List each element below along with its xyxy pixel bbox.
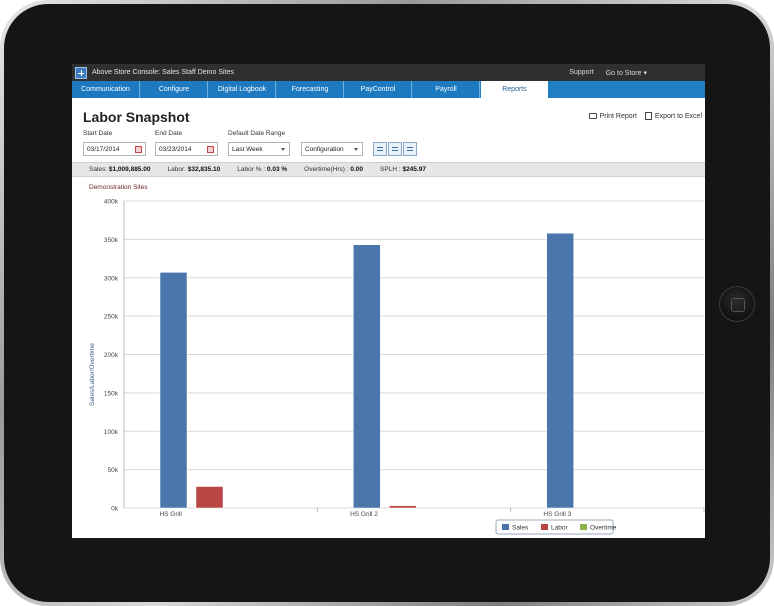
- y-tick-label: 150k: [104, 390, 119, 397]
- main-tab-bar: Communication Configure Digital Logbook …: [72, 81, 705, 99]
- x-tick-label: HS Grill 2: [350, 511, 378, 518]
- bar-labor-1: [195, 486, 224, 509]
- print-report-label: Print Report: [599, 112, 637, 120]
- tab-paycontrol[interactable]: PayControl: [345, 81, 412, 98]
- bar-chart: 0k 50k 100k 150k 200k 250k 300k 350k 400k Sales/L…: [89, 199, 705, 535]
- start-date-input[interactable]: 03/17/2014: [83, 142, 146, 156]
- printer-icon: [588, 113, 597, 119]
- legend-label-sales: Sales: [512, 525, 529, 532]
- chart-area: Demonstration Sites 0k 50k 100k 150k 200k 250…: [72, 181, 705, 538]
- calendar-icon[interactable]: [135, 146, 142, 153]
- app-screen: Above Store Console: Sales Staff Demo Si…: [72, 64, 705, 538]
- labor-pct-value: 0.03 %: [266, 166, 288, 173]
- legend-label-labor: Labor: [551, 525, 568, 532]
- tab-reports[interactable]: Reports: [481, 81, 548, 98]
- bar-sales-3: [546, 232, 574, 509]
- y-tick-label: 50k: [108, 467, 119, 474]
- legend-label-overtime: Overtime: [590, 525, 617, 532]
- tab-forecasting[interactable]: Forecasting: [277, 81, 344, 98]
- splh-value: $245.97: [402, 166, 426, 173]
- legend-swatch-overtime: [580, 524, 587, 530]
- chart-view-icon: [392, 147, 398, 148]
- tab-configure[interactable]: Configure: [141, 81, 208, 98]
- page-title: Labor Snapshot: [83, 109, 190, 125]
- bar-sales-2: [353, 244, 381, 509]
- print-report-button[interactable]: Print Report: [588, 112, 637, 120]
- labor-pct-metric: Labor % : 0.03 %: [237, 166, 288, 173]
- overtime-value: 0.00: [350, 166, 364, 173]
- y-tick-label: 250k: [104, 314, 119, 321]
- legend-swatch-sales: [502, 524, 509, 530]
- end-date-label: End Date: [155, 130, 183, 137]
- sales-metric: Sales: $1,009,885.00: [89, 166, 151, 173]
- bar-labor-2: [389, 505, 417, 509]
- export-excel-label: Export to Excel: [654, 112, 702, 120]
- x-tick-label: HS Grill 3: [543, 511, 571, 518]
- x-tick-label: HS Grill: [159, 511, 182, 518]
- export-excel-button[interactable]: Export to Excel: [644, 112, 702, 120]
- report-actions: Print Report Export to Excel: [581, 112, 702, 120]
- home-button[interactable]: [719, 286, 755, 322]
- configuration-value: Configuration: [305, 145, 344, 153]
- legend-swatch-labor: [541, 524, 548, 530]
- end-date-value: 03/23/2014: [159, 145, 192, 153]
- configuration-select[interactable]: Configuration: [301, 142, 363, 156]
- y-tick-label: 200k: [104, 352, 119, 359]
- overtime-metric: Overtime(Hrs) : 0.00: [304, 166, 364, 173]
- window-title: Above Store Console: Sales Staff Demo Si…: [92, 69, 234, 76]
- chevron-down-icon: [354, 148, 358, 151]
- bar-sales-1: [159, 272, 188, 509]
- y-tick-label: 300k: [104, 275, 119, 282]
- chevron-down-icon: [281, 148, 285, 151]
- y-tick-label: 350k: [104, 237, 119, 244]
- start-date-label: Start Date: [83, 130, 113, 137]
- table-view-button[interactable]: [373, 142, 387, 156]
- chart-view-button[interactable]: [388, 142, 402, 156]
- y-tick-label: 100k: [104, 429, 119, 436]
- splh-metric: SPLH : $245.97: [380, 166, 426, 173]
- sales-value: $1,009,885.00: [108, 166, 151, 173]
- labor-value: $32,835.10: [187, 166, 221, 173]
- date-range-label: Default Date Range: [228, 130, 286, 137]
- tab-digital-logbook[interactable]: Digital Logbook: [209, 81, 276, 98]
- y-tick-label: 0k: [111, 506, 119, 513]
- summary-bar: Sales: $1,009,885.00 Labor: $32,835.10 L…: [72, 162, 705, 177]
- support-link[interactable]: Support: [569, 69, 594, 76]
- view-toggle-group: [373, 142, 418, 156]
- calendar-icon[interactable]: [207, 146, 214, 153]
- tab-communication[interactable]: Communication: [72, 81, 140, 98]
- y-tick-label: 400k: [104, 199, 119, 206]
- date-range-select[interactable]: Last Week: [228, 142, 290, 156]
- table-view-icon: [377, 147, 383, 148]
- detail-view-button[interactable]: [403, 142, 417, 156]
- end-date-input[interactable]: 03/23/2014: [155, 142, 218, 156]
- y-axis-label: Sales/Labor/Overtime: [89, 343, 96, 406]
- start-date-value: 03/17/2014: [87, 145, 120, 153]
- app-logo-icon: [75, 66, 87, 79]
- detail-view-icon: [407, 147, 413, 148]
- labor-metric: Labor: $32,835.10: [167, 166, 221, 173]
- excel-icon: [644, 112, 652, 120]
- date-range-value: Last Week: [232, 145, 263, 153]
- go-to-store-menu[interactable]: Go to Store ▾: [606, 69, 647, 77]
- tab-payroll[interactable]: Payroll: [413, 81, 480, 98]
- title-bar: Above Store Console: Sales Staff Demo Si…: [72, 64, 705, 81]
